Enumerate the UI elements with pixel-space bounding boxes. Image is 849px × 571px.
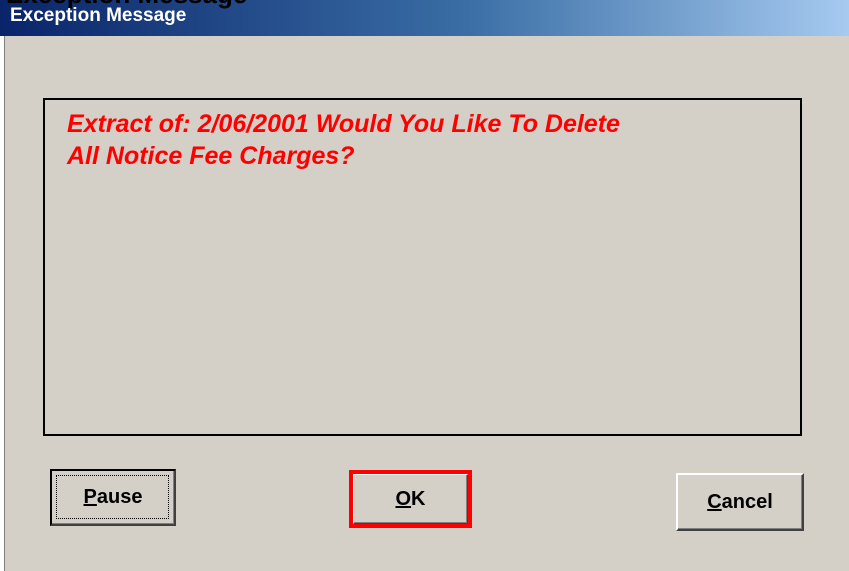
cancel-button-label: Cancel [707,490,773,513]
window-left-border [0,36,5,571]
message-panel: Extract of: 2/06/2001 Would You Like To … [43,98,802,436]
ok-button-label: OK [395,487,426,510]
pause-button-label: Pause [83,486,143,508]
pause-button[interactable]: Pause [50,469,176,526]
cancel-button[interactable]: Cancel [676,473,804,531]
title-bar[interactable]: Exception Message Exception Message [0,0,849,36]
exception-message-window: Exception Message Exception Message Extr… [0,0,849,571]
window-title: Exception Message [10,5,187,26]
ok-button[interactable]: OK [349,470,472,528]
message-line-2: All Notice Fee Charges? [67,142,355,170]
message-line-1: Extract of: 2/06/2001 Would You Like To … [67,110,620,138]
exception-message: Extract of: 2/06/2001 Would You Like To … [67,108,787,172]
